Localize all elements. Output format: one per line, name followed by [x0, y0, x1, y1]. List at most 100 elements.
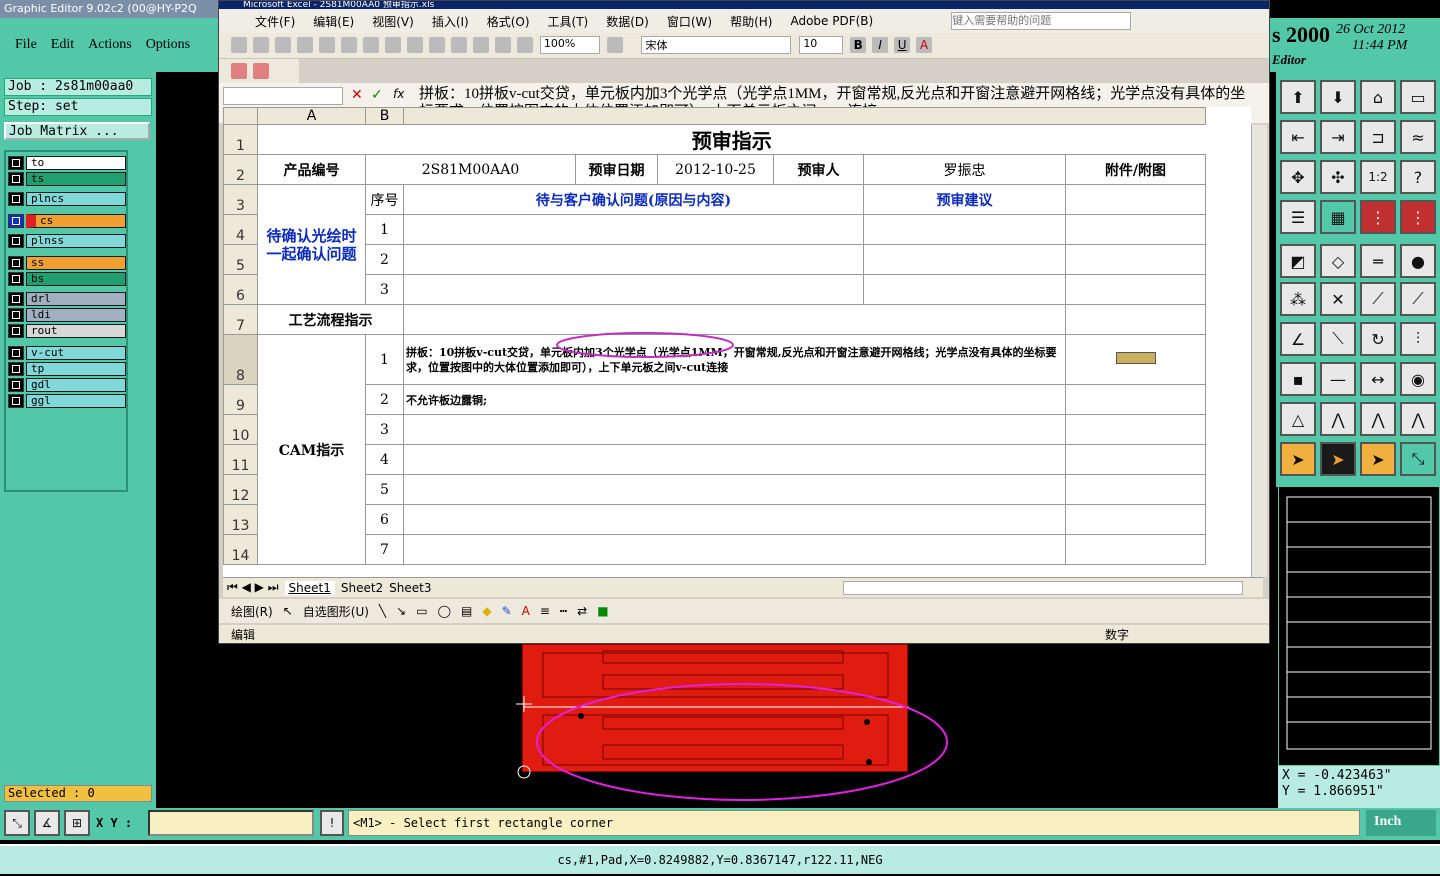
- seq-cell[interactable]: 6: [365, 504, 404, 535]
- row-header[interactable]: 5: [223, 244, 258, 275]
- tool-button[interactable]: ⋀: [1320, 402, 1356, 436]
- seq-cell[interactable]: 2: [365, 384, 404, 415]
- layer-ggl[interactable]: ggl: [8, 394, 126, 408]
- underline-icon[interactable]: U: [894, 37, 911, 53]
- layer-checkbox[interactable]: [8, 234, 24, 248]
- tool-button[interactable]: ⬆: [1280, 80, 1316, 114]
- save-icon[interactable]: [275, 37, 291, 53]
- name-box[interactable]: [223, 87, 343, 105]
- tool-button[interactable]: —: [1320, 362, 1356, 396]
- fill-color-icon[interactable]: ◆: [482, 604, 491, 618]
- pointer-icon[interactable]: ➤: [1280, 442, 1316, 476]
- seq-cell[interactable]: 3: [365, 414, 404, 445]
- paste-icon[interactable]: [407, 37, 423, 53]
- row-header[interactable]: 13: [223, 504, 258, 535]
- cam-instruction-2[interactable]: 不允许板边露铜;: [403, 384, 1066, 415]
- tool-button[interactable]: ⋮: [1360, 200, 1396, 234]
- menu-edit[interactable]: Edit: [51, 37, 74, 53]
- menu-edit[interactable]: 编辑(E): [313, 13, 354, 30]
- function-icon[interactable]: fx: [393, 87, 404, 101]
- info-icon[interactable]: !: [320, 810, 344, 836]
- layer-to[interactable]: to: [8, 156, 126, 170]
- tool-button[interactable]: ☰: [1280, 200, 1316, 234]
- font-color-icon[interactable]: A: [916, 37, 933, 53]
- tool-button[interactable]: ↻: [1360, 322, 1396, 356]
- oval-icon[interactable]: ◯: [438, 604, 451, 618]
- tool-button[interactable]: ✥: [1280, 160, 1316, 194]
- tool-button[interactable]: 1:2: [1360, 160, 1396, 194]
- bold-icon[interactable]: B: [850, 37, 867, 53]
- redo-icon[interactable]: [451, 37, 467, 53]
- row-header[interactable]: 9: [223, 384, 258, 415]
- help-icon[interactable]: [606, 37, 623, 53]
- layer-checkbox[interactable]: [8, 156, 24, 170]
- tool-button[interactable]: ▪: [1280, 362, 1316, 396]
- new-icon[interactable]: [231, 37, 247, 53]
- row-header[interactable]: 12: [223, 474, 258, 505]
- row-header[interactable]: 3: [223, 184, 258, 215]
- tool-button[interactable]: ⇤: [1280, 120, 1316, 154]
- tool-button[interactable]: ↔: [1360, 362, 1396, 396]
- pdf-icon[interactable]: [231, 63, 247, 79]
- draw-menu[interactable]: 绘图(R): [231, 603, 273, 620]
- line-style-icon[interactable]: ≡: [540, 604, 550, 618]
- layer-checkbox[interactable]: [8, 346, 24, 360]
- layer-v-cut[interactable]: v-cut: [8, 346, 126, 360]
- tool-button[interactable]: ⤡: [1400, 442, 1436, 476]
- column-header[interactable]: A: [257, 107, 366, 125]
- font-color-icon[interactable]: A: [522, 604, 530, 618]
- xy-input[interactable]: [148, 810, 314, 836]
- select-pointer-icon[interactable]: ↖: [283, 604, 293, 618]
- tool-button[interactable]: ⌂: [1360, 80, 1396, 114]
- tool-button[interactable]: ⁂: [1280, 282, 1316, 316]
- line-icon[interactable]: ╲: [379, 604, 386, 618]
- shadow-icon[interactable]: ■: [597, 604, 608, 618]
- tool-button[interactable]: ⬇: [1320, 80, 1356, 114]
- menu-options[interactable]: Options: [146, 37, 190, 53]
- tool-button[interactable]: ⋀: [1400, 402, 1436, 436]
- layer-rout[interactable]: rout: [8, 324, 126, 338]
- pointer-icon[interactable]: ➤: [1320, 442, 1356, 476]
- pointer-icon[interactable]: ➤: [1360, 442, 1396, 476]
- menu-actions[interactable]: Actions: [88, 37, 132, 53]
- layer-ss[interactable]: ss: [8, 256, 126, 270]
- reviewer-name[interactable]: 罗振忠: [863, 154, 1066, 185]
- tool-button[interactable]: ≈: [1400, 120, 1436, 154]
- textbox-icon[interactable]: ▤: [461, 604, 472, 618]
- tool-button[interactable]: ◉: [1400, 362, 1436, 396]
- undo-icon[interactable]: [429, 37, 445, 53]
- tab-sheet3[interactable]: Sheet3: [389, 581, 431, 595]
- layer-drl[interactable]: drl: [8, 292, 126, 306]
- layer-tp[interactable]: tp: [8, 362, 126, 376]
- layer-checkbox[interactable]: [8, 324, 24, 338]
- layer-cs[interactable]: cs: [8, 214, 126, 228]
- zoom-select[interactable]: 100%: [539, 36, 600, 54]
- layer-ldi[interactable]: ldi: [8, 308, 126, 322]
- tool-button[interactable]: ◩: [1280, 244, 1316, 278]
- spell-icon[interactable]: [341, 37, 357, 53]
- measure-icon[interactable]: ∡: [34, 810, 60, 836]
- seq-cell[interactable]: 3: [365, 274, 404, 305]
- layer-checkbox[interactable]: [8, 362, 24, 376]
- chart-icon[interactable]: [517, 37, 533, 53]
- italic-icon[interactable]: I: [872, 37, 889, 53]
- menu-window[interactable]: 窗口(W): [667, 13, 712, 30]
- layer-gdl[interactable]: gdl: [8, 378, 126, 392]
- seq-cell[interactable]: 1: [365, 214, 404, 245]
- worksheet-grid[interactable]: AB 1 预审指示 2 产品编号 2S81M00AA0 预审日期 2012-10-25 预审…: [223, 107, 1251, 577]
- tool-button[interactable]: ⊐: [1360, 120, 1396, 154]
- enter-icon[interactable]: ✓: [371, 87, 383, 103]
- layer-checkbox[interactable]: [8, 378, 24, 392]
- rectangle-icon[interactable]: ▭: [416, 604, 427, 618]
- job-matrix-button[interactable]: Job Matrix ...: [4, 122, 150, 140]
- vertical-scrollbar[interactable]: [1251, 125, 1267, 577]
- row-header[interactable]: 11: [223, 444, 258, 475]
- tool-button[interactable]: ⋮: [1400, 200, 1436, 234]
- ruler-icon[interactable]: ═: [1360, 244, 1396, 278]
- menu-format[interactable]: 格式(O): [487, 13, 530, 30]
- zoom-icon[interactable]: ⤡: [4, 810, 30, 836]
- horizontal-scrollbar[interactable]: [843, 580, 1243, 595]
- column-header[interactable]: B: [365, 107, 404, 125]
- row-header[interactable]: 7: [223, 304, 258, 335]
- seq-cell[interactable]: 7: [365, 534, 404, 565]
